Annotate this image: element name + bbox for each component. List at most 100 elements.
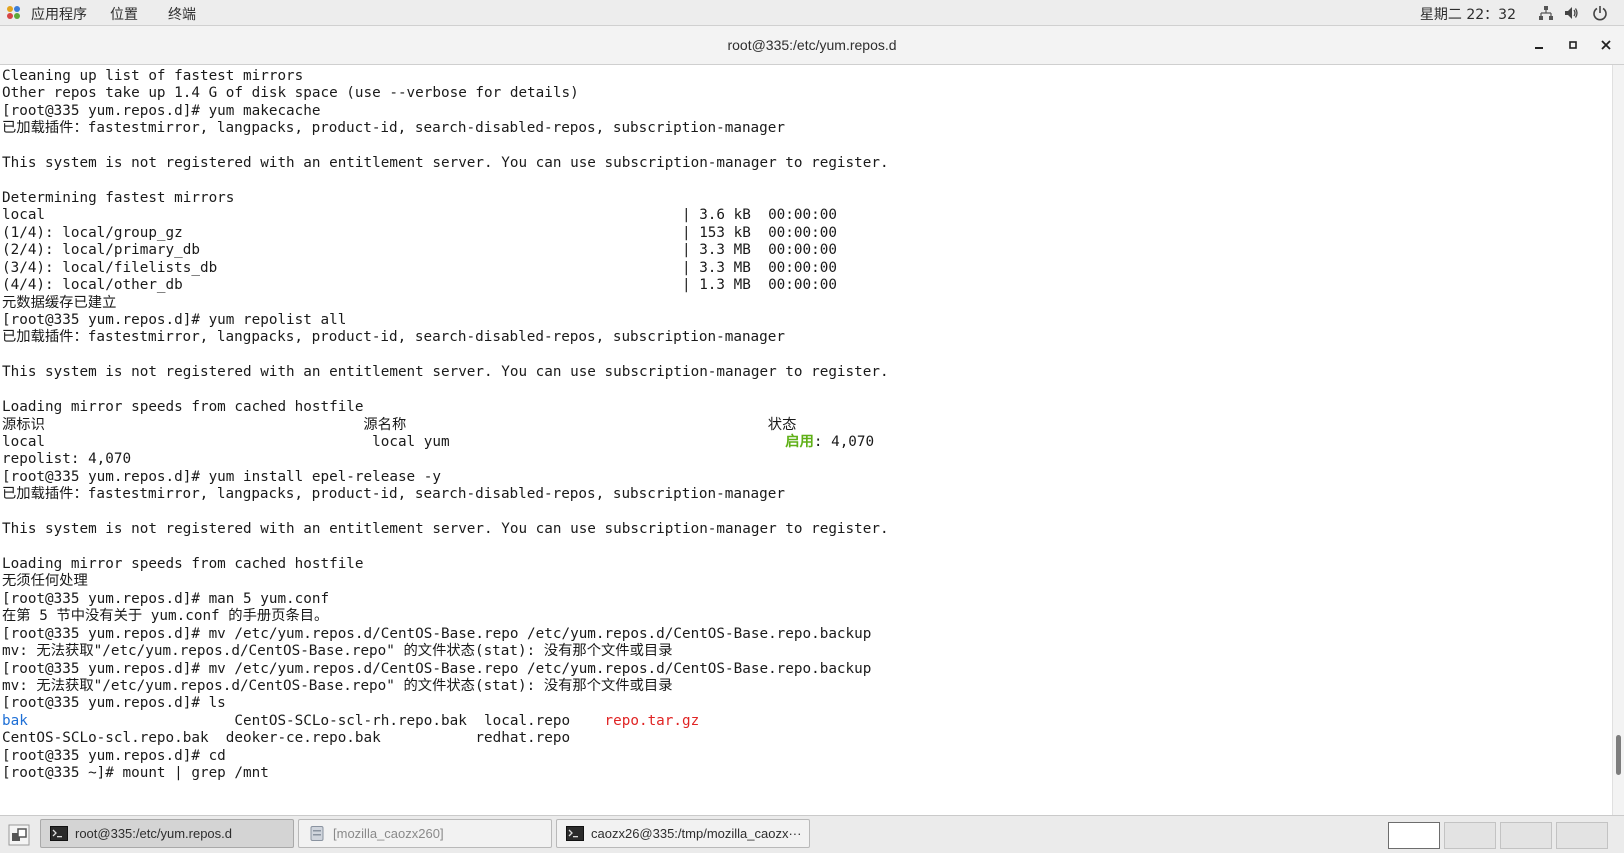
- workspace-3[interactable]: [1500, 822, 1552, 849]
- terminal-line: [root@335 yum.repos.d]# yum repolist all: [2, 311, 346, 329]
- terminal-text: repolist: 4,070: [2, 451, 132, 468]
- taskbar: root@335:/etc/yum.repos.d [mozilla_caozx2…: [0, 815, 1624, 853]
- taskbar-item[interactable]: [mozilla_caozx260]: [298, 819, 552, 848]
- terminal-text: bak: [2, 712, 28, 729]
- terminal-line: local | 3.6 kB 00:00:00: [2, 206, 837, 224]
- terminal-line: (4/4): local/other_db | 1.3 MB 00:00:00: [2, 276, 837, 294]
- scrollbar-thumb[interactable]: [1616, 735, 1621, 775]
- close-button[interactable]: [1596, 35, 1616, 55]
- clock[interactable]: 星期二 22：32: [1420, 4, 1516, 24]
- terminal-text: [root@335 yum.repos.d]# mv /etc/yum.repo…: [2, 660, 872, 677]
- terminal-text: [root@335 yum.repos.d]# yum install epel…: [2, 468, 441, 485]
- terminal-text: mv: 无法获取"/etc/yum.repos.d/CentOS-Base.re…: [2, 678, 673, 695]
- terminal-text: This system is not registered with an en…: [2, 155, 889, 172]
- terminal-line: [root@335 yum.repos.d]# cd: [2, 747, 226, 765]
- terminal-text: This system is not registered with an en…: [2, 364, 889, 381]
- terminal-text: local | 3.6 kB 00:00:00: [2, 207, 837, 224]
- terminal-icon: [50, 826, 68, 841]
- terminal-text: repo.tar.gz: [604, 712, 700, 729]
- terminal-line: This system is not registered with an en…: [2, 520, 889, 538]
- terminal-line: This system is not registered with an en…: [2, 363, 889, 381]
- terminal-scrollbar[interactable]: [1612, 65, 1624, 815]
- terminal-line: Other repos take up 1.4 G of disk space …: [2, 84, 579, 102]
- network-icon[interactable]: [1538, 5, 1554, 21]
- terminal-text: 已加载插件：fastestmirror, langpacks, product-…: [2, 120, 785, 137]
- taskbar-item-label: root@335:/etc/yum.repos.d: [75, 826, 232, 841]
- terminal-text: CentOS-SCLo-scl-rh.repo.bak local.repo: [27, 712, 605, 729]
- file-manager-icon: [310, 826, 324, 841]
- maximize-button[interactable]: [1563, 35, 1583, 55]
- terminal-line: 源标识 源名称 状态: [2, 416, 796, 434]
- terminal-text: 源标识 源名称 状态: [2, 416, 797, 433]
- terminal-text: [root@335 ~]# mount | grep /mnt: [2, 765, 269, 782]
- terminal-text: mv: 无法获取"/etc/yum.repos.d/CentOS-Base.re…: [2, 643, 673, 660]
- terminal-text: (2/4): local/primary_db | 3.3 MB 00:00:0…: [2, 242, 837, 259]
- taskbar-item[interactable]: caozx26@335:/tmp/mozilla_caozx···: [556, 819, 810, 848]
- minimize-icon: [1535, 47, 1543, 49]
- terminal-text: Loading mirror speeds from cached hostfi…: [2, 556, 364, 573]
- terminal-line: [root@335 yum.repos.d]# mv /etc/yum.repo…: [2, 660, 871, 678]
- terminal-line: 已加载插件：fastestmirror, langpacks, product-…: [2, 485, 785, 503]
- terminal-line: (1/4): local/group_gz | 153 kB 00:00:00: [2, 224, 837, 242]
- top-panel: 应用程序 位置 终端 星期二 22：32: [0, 0, 1624, 26]
- terminal-line: This system is not registered with an en…: [2, 154, 889, 172]
- taskbar-item[interactable]: root@335:/etc/yum.repos.d: [40, 819, 294, 848]
- applications-menu[interactable]: 应用程序: [31, 4, 87, 24]
- terminal-text: [root@335 yum.repos.d]# man 5 yum.conf: [2, 590, 330, 607]
- taskbar-item-label: caozx26@335:/tmp/mozilla_caozx···: [591, 826, 802, 841]
- terminal-text: : 4,070: [813, 434, 875, 451]
- terminal-line: mv: 无法获取"/etc/yum.repos.d/CentOS-Base.re…: [2, 677, 673, 695]
- terminal-text: [root@335 yum.repos.d]# yum makecache: [2, 102, 321, 119]
- terminal-text: [root@335 yum.repos.d]# mv /etc/yum.repo…: [2, 625, 872, 642]
- terminal-text: [root@335 yum.repos.d]# ls: [2, 695, 226, 712]
- terminal-text: Other repos take up 1.4 G of disk space …: [2, 85, 579, 102]
- terminal-menu[interactable]: 终端: [168, 4, 196, 24]
- terminal-line: [root@335 ~]# mount | grep /mnt: [2, 764, 269, 782]
- window-title: root@335:/etc/yum.repos.d: [727, 37, 897, 53]
- terminal-line: bak CentOS-SCLo-scl-rh.repo.bak local.re…: [2, 712, 699, 730]
- terminal-text: local local yum: [2, 434, 786, 451]
- terminal-line: 已加载插件：fastestmirror, langpacks, product-…: [2, 119, 785, 137]
- window-titlebar[interactable]: root@335:/etc/yum.repos.d: [0, 26, 1624, 65]
- terminal-text: 已加载插件：fastestmirror, langpacks, product-…: [2, 329, 785, 346]
- terminal-text: Cleaning up list of fastest mirrors: [2, 68, 304, 84]
- terminal-line: Loading mirror speeds from cached hostfi…: [2, 398, 364, 416]
- terminal-text: CentOS-SCLo-scl.repo.bak deoker-ce.repo.…: [2, 730, 571, 747]
- terminal-line: [root@335 yum.repos.d]# man 5 yum.conf: [2, 590, 329, 608]
- terminal-line: Loading mirror speeds from cached hostfi…: [2, 555, 364, 573]
- terminal-line: (2/4): local/primary_db | 3.3 MB 00:00:0…: [2, 241, 837, 259]
- taskbar-item-label: [mozilla_caozx260]: [333, 826, 444, 841]
- terminal-text: Determining fastest mirrors: [2, 190, 235, 206]
- terminal-line: repolist: 4,070: [2, 450, 131, 468]
- minimize-button[interactable]: [1529, 35, 1549, 55]
- places-menu[interactable]: 位置: [110, 4, 138, 24]
- terminal-line: (3/4): local/filelists_db | 3.3 MB 00:00…: [2, 259, 837, 277]
- terminal-line: 元数据缓存已建立: [2, 294, 116, 312]
- terminal-text: 启用: [785, 434, 814, 451]
- terminal-line: 无须任何处理: [2, 572, 88, 590]
- terminal-line: [root@335 yum.repos.d]# yum makecache: [2, 102, 320, 120]
- terminal-text: 无须任何处理: [2, 573, 88, 590]
- terminal-text: This system is not registered with an en…: [2, 521, 889, 538]
- show-desktop-icon[interactable]: [8, 824, 30, 846]
- workspace-2[interactable]: [1444, 822, 1496, 849]
- maximize-icon: [1569, 41, 1577, 49]
- terminal-line: [root@335 yum.repos.d]# yum install epel…: [2, 468, 441, 486]
- terminal-text: [root@335 yum.repos.d]# yum repolist all: [2, 312, 347, 329]
- terminal-text: Loading mirror speeds from cached hostfi…: [2, 399, 364, 416]
- close-icon: [1601, 40, 1611, 50]
- terminal-text: (4/4): local/other_db | 1.3 MB 00:00:00: [2, 277, 837, 294]
- workspace-1[interactable]: [1388, 822, 1440, 849]
- applications-menu-icon[interactable]: [6, 5, 21, 20]
- power-icon[interactable]: [1592, 5, 1608, 21]
- terminal-line: [root@335 yum.repos.d]# mv /etc/yum.repo…: [2, 625, 871, 643]
- terminal-line: Cleaning up list of fastest mirrors: [2, 67, 303, 85]
- terminal-text: 已加载插件：fastestmirror, langpacks, product-…: [2, 486, 785, 503]
- volume-icon[interactable]: [1563, 5, 1579, 21]
- terminal-line: mv: 无法获取"/etc/yum.repos.d/CentOS-Base.re…: [2, 642, 673, 660]
- terminal-line: Determining fastest mirrors: [2, 189, 234, 207]
- terminal-output[interactable]: Cleaning up list of fastest mirrors Other…: [0, 65, 1612, 815]
- terminal-text: 元数据缓存已建立: [2, 294, 117, 311]
- terminal-text: (1/4): local/group_gz | 153 kB 00:00:00: [2, 224, 837, 241]
- workspace-4[interactable]: [1556, 822, 1608, 849]
